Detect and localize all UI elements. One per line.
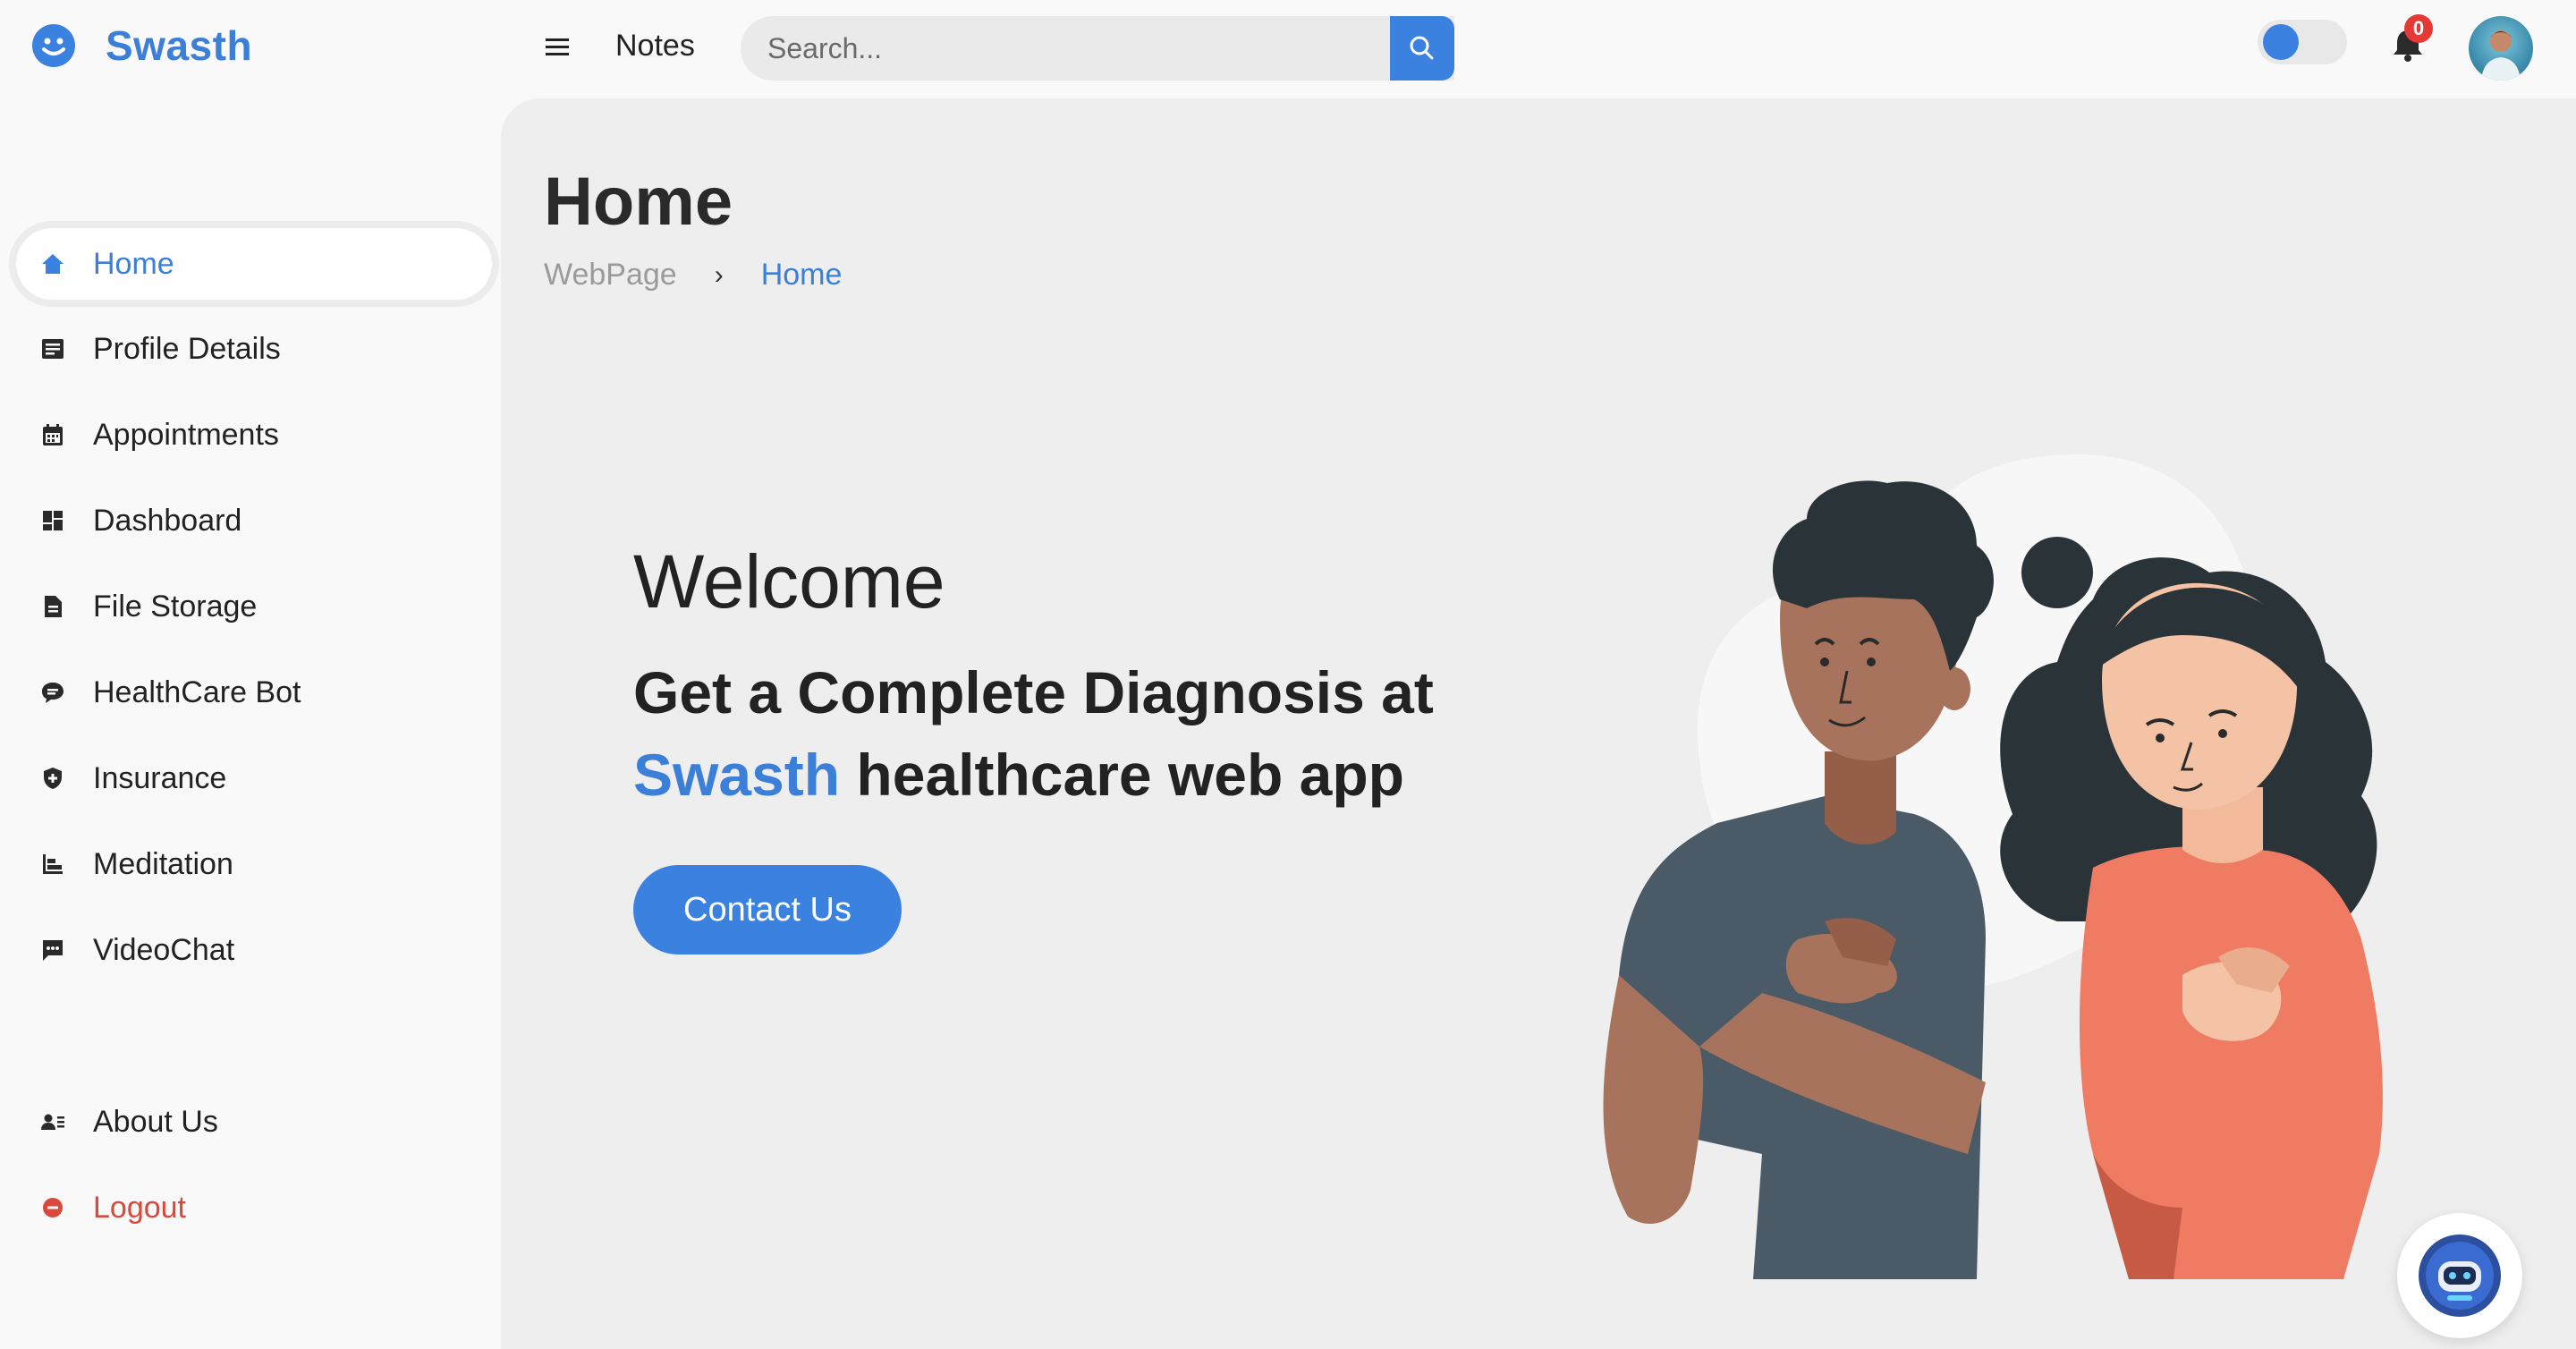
brand-name: Swasth — [106, 22, 253, 69]
smiley-icon — [32, 24, 75, 67]
logout-icon — [39, 1194, 66, 1221]
sidebar-item-label: Appointments — [93, 417, 279, 452]
sidebar: Home Profile Details Appointments Dashbo… — [0, 98, 501, 1349]
chevron-right-icon: › — [714, 259, 724, 290]
sidebar-item-insurance[interactable]: Insurance — [16, 742, 492, 814]
video-chat-icon — [39, 937, 66, 963]
hero-headline: Get a Complete Diagnosis at Swasth healt… — [633, 651, 1546, 816]
notification-badge: 0 — [2404, 14, 2433, 43]
toggle-knob — [2263, 24, 2299, 60]
sidebar-item-label: Meditation — [93, 846, 233, 881]
sidebar-item-label: Home — [93, 246, 174, 281]
notes-link[interactable]: Notes — [615, 29, 695, 64]
about-icon — [39, 1108, 66, 1135]
chat-bubble-icon — [39, 679, 66, 706]
breadcrumb-item-webpage[interactable]: WebPage — [544, 258, 677, 293]
theme-toggle[interactable] — [2258, 20, 2347, 64]
shield-icon — [39, 765, 66, 792]
sidebar-item-home[interactable]: Home — [16, 228, 492, 300]
profile-card-icon — [39, 335, 66, 362]
calendar-icon — [39, 421, 66, 448]
sidebar-item-dashboard[interactable]: Dashboard — [16, 485, 492, 556]
sidebar-item-label: VideoChat — [93, 932, 235, 967]
sidebar-item-healthcare-bot[interactable]: HealthCare Bot — [16, 657, 492, 728]
home-icon — [39, 250, 66, 277]
contact-us-button[interactable]: Contact Us — [633, 865, 902, 954]
hero-headline-part2: healthcare web app — [856, 742, 1404, 808]
sidebar-item-videochat[interactable]: VideoChat — [16, 914, 492, 986]
breadcrumb: WebPage › Home — [544, 258, 842, 293]
sidebar-item-appointments[interactable]: Appointments — [16, 399, 492, 471]
sidebar-item-label: File Storage — [93, 589, 258, 624]
hero-welcome: Welcome — [633, 539, 945, 624]
dashboard-icon — [39, 507, 66, 534]
hero-headline-accent: Swasth — [633, 742, 841, 808]
hero-headline-part1: Get a Complete Diagnosis at — [633, 659, 1434, 725]
avatar[interactable] — [2469, 16, 2533, 81]
sidebar-item-profile-details[interactable]: Profile Details — [16, 313, 492, 385]
sidebar-item-meditation[interactable]: Meditation — [16, 828, 492, 900]
search-icon — [1410, 36, 1434, 60]
sidebar-item-label: Dashboard — [93, 503, 242, 538]
search-button[interactable] — [1390, 16, 1454, 81]
search-input[interactable] — [741, 16, 1454, 81]
brand[interactable]: Swasth — [32, 21, 252, 70]
sidebar-item-logout[interactable]: Logout — [16, 1172, 492, 1243]
sidebar-item-label: About Us — [93, 1104, 218, 1139]
chatbot-button[interactable] — [2397, 1213, 2522, 1338]
page-title: Home — [544, 164, 733, 240]
sidebar-item-label: Logout — [93, 1190, 186, 1225]
sidebar-item-about-us[interactable]: About Us — [16, 1086, 492, 1158]
hamburger-icon[interactable] — [544, 34, 571, 61]
breadcrumb-item-home[interactable]: Home — [761, 258, 843, 293]
bars-icon — [39, 851, 66, 878]
main-content: Home WebPage › Home Welcome Get a Comple… — [501, 98, 2576, 1349]
hero-illustration — [1603, 454, 2383, 1279]
file-icon — [39, 593, 66, 620]
robot-icon — [2419, 1234, 2501, 1317]
top-bar: Swasth Notes 0 — [0, 0, 2576, 98]
sidebar-item-file-storage[interactable]: File Storage — [16, 571, 492, 642]
sidebar-item-label: HealthCare Bot — [93, 674, 301, 709]
sidebar-item-label: Profile Details — [93, 331, 281, 366]
sidebar-item-label: Insurance — [93, 760, 227, 795]
